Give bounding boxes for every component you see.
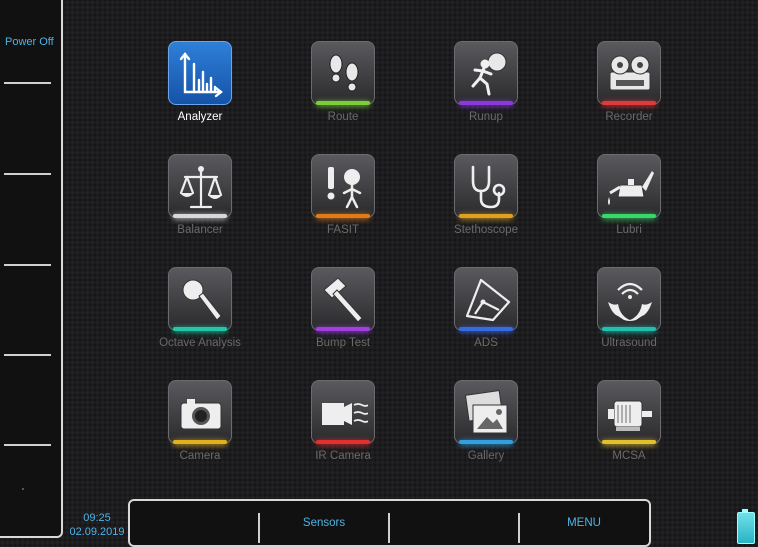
app-route[interactable]: Route — [283, 41, 403, 145]
stethoscope-icon — [471, 165, 506, 209]
app-gallery[interactable]: Gallery — [426, 380, 546, 484]
softkey-divider — [4, 354, 51, 356]
app-octave-analysis[interactable]: Octave Analysis — [140, 267, 260, 371]
running-man-icon — [471, 52, 507, 96]
left-softkey-panel: Power Off — [0, 0, 63, 538]
app-stethoscope[interactable]: Stethoscope — [426, 154, 546, 258]
app-label: Recorder — [605, 111, 653, 123]
spectrum-chart-icon — [179, 52, 223, 98]
app-label: IR Camera — [315, 450, 371, 462]
app-label: Stethoscope — [454, 224, 518, 236]
clock: 09:25 02.09.2019 — [66, 511, 128, 539]
motor-icon — [608, 400, 652, 431]
app-label: Bump Test — [315, 337, 371, 349]
bat-ultrasound-icon — [608, 282, 652, 321]
app-ads[interactable]: ADS — [426, 267, 546, 371]
app-label: Analyzer — [177, 111, 223, 123]
gallery-icon — [464, 390, 508, 434]
app-label: Octave Analysis — [159, 337, 241, 349]
ir-camera-icon — [322, 403, 368, 425]
balance-scale-icon — [179, 166, 223, 209]
app-label: Route — [327, 111, 359, 123]
app-balancer[interactable]: Balancer — [140, 154, 260, 258]
softkey-divider — [388, 513, 390, 543]
softkey-divider — [4, 82, 51, 84]
softkey-divider — [4, 444, 51, 446]
app-label: FASIT — [327, 224, 359, 236]
power-off-button[interactable]: Power Off — [2, 36, 67, 48]
menu-button[interactable]: MENU — [520, 517, 648, 529]
softkey-divider — [4, 264, 51, 266]
app-analyzer[interactable]: Analyzer — [140, 41, 260, 145]
ads-diagram-icon — [465, 278, 511, 322]
app-bump-test[interactable]: Bump Test — [283, 267, 403, 371]
app-ir-camera[interactable]: IR Camera — [283, 380, 403, 484]
app-label: Balancer — [177, 224, 223, 236]
sensors-button[interactable]: Sensors — [260, 517, 388, 529]
hammer-icon — [323, 277, 363, 323]
date-text: 02.09.2019 — [69, 526, 125, 538]
tape-recorder-icon — [609, 55, 651, 91]
softkey-divider — [4, 173, 51, 175]
app-recorder[interactable]: Recorder — [569, 41, 689, 145]
app-mcsa[interactable]: MCSA — [569, 380, 689, 484]
app-label: Runup — [469, 111, 503, 123]
app-label: Camera — [179, 450, 221, 462]
app-label: MCSA — [612, 450, 646, 462]
app-label: ADS — [474, 337, 498, 349]
app-lubri[interactable]: Lubri — [569, 154, 689, 258]
app-runup[interactable]: Runup — [426, 41, 546, 145]
expert-person-icon — [327, 167, 362, 209]
battery-icon — [737, 509, 755, 544]
microphone-icon — [182, 279, 222, 321]
app-label: Gallery — [467, 450, 505, 462]
app-label: Lubri — [616, 224, 642, 236]
app-fasit[interactable]: FASIT — [283, 154, 403, 258]
footprints-icon — [329, 54, 359, 92]
panel-dot — [22, 488, 24, 490]
app-ultrasound[interactable]: Ultrasound — [569, 267, 689, 371]
app-camera[interactable]: Camera — [140, 380, 260, 484]
oil-can-icon — [608, 171, 654, 205]
app-label: Ultrasound — [601, 337, 657, 349]
camera-icon — [180, 399, 222, 430]
time-text: 09:25 — [83, 512, 111, 524]
